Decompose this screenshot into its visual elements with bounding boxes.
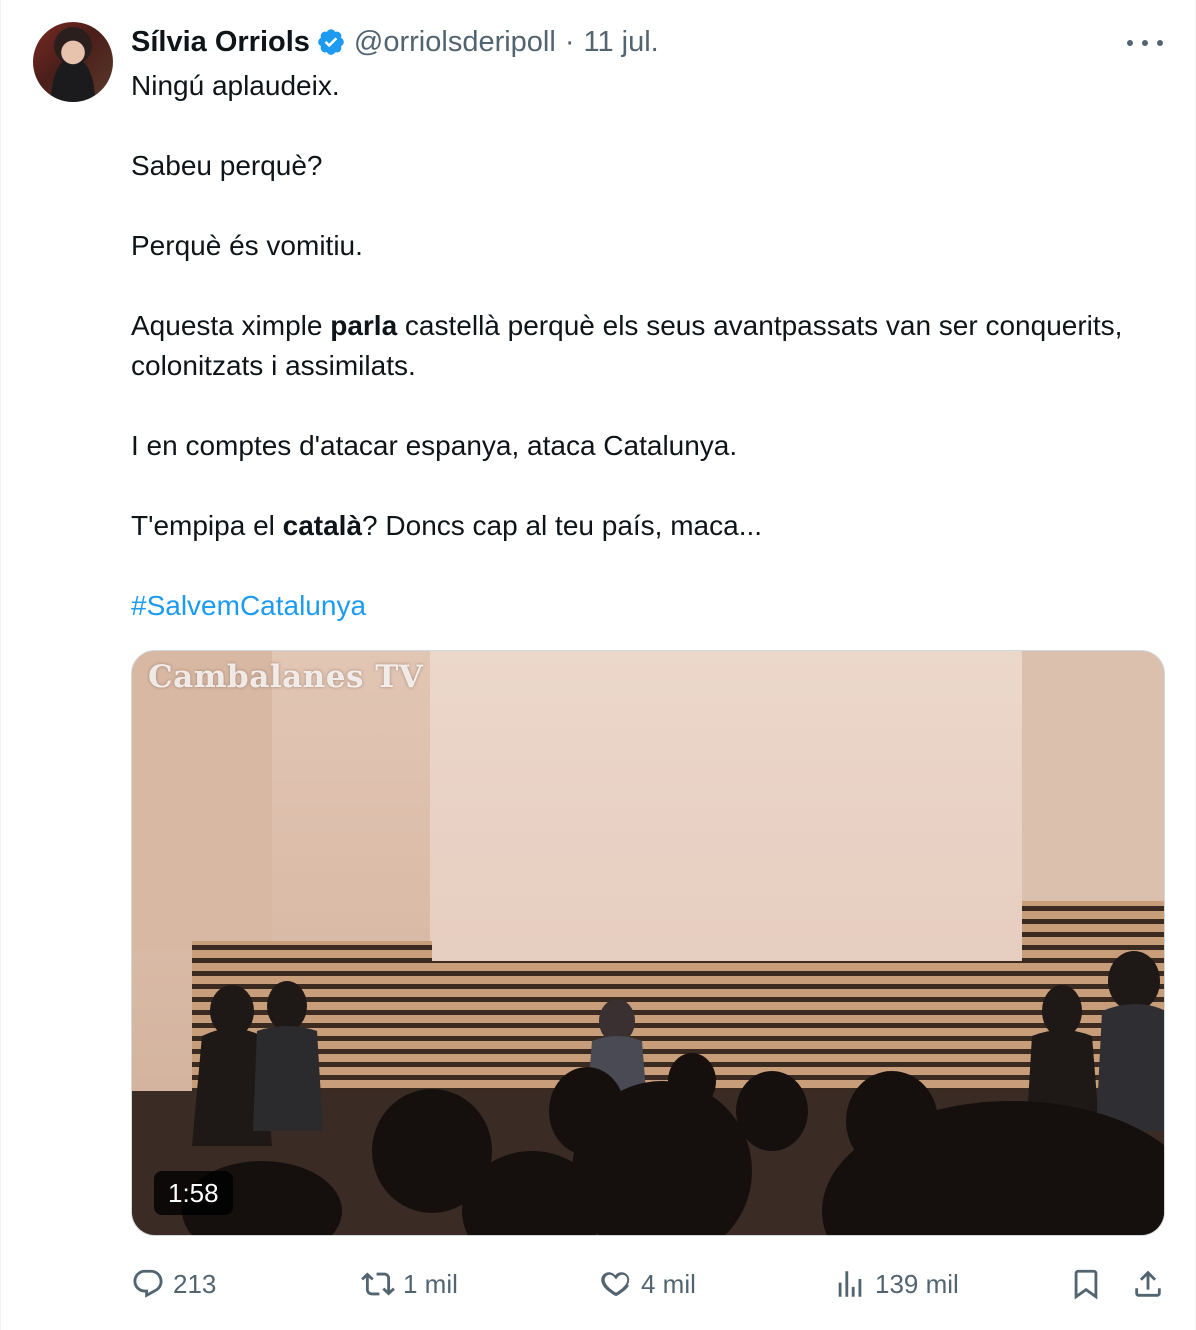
video-duration-badge: 1:58 bbox=[154, 1171, 233, 1215]
bookmark-icon bbox=[1074, 1269, 1098, 1300]
more-icon[interactable] bbox=[1127, 28, 1163, 58]
share-icon bbox=[1135, 1270, 1161, 1297]
like-button[interactable]: 4 mil bbox=[599, 1262, 696, 1306]
video-watermark: Cambalanes TV bbox=[148, 659, 424, 695]
reply-icon bbox=[133, 1269, 163, 1298]
repost-button[interactable]: 1 mil bbox=[361, 1262, 458, 1306]
bookmark-button[interactable] bbox=[1069, 1262, 1103, 1306]
views-count: 139 mil bbox=[875, 1268, 959, 1299]
views-icon bbox=[838, 1271, 862, 1297]
repost-count: 1 mil bbox=[403, 1268, 458, 1299]
bold-word: català bbox=[282, 510, 363, 541]
tweet-paragraph: Perquè és vomitiu. bbox=[131, 230, 363, 261]
text-fragment: Aquesta ximple bbox=[131, 310, 331, 341]
reply-button[interactable]: 213 bbox=[131, 1262, 216, 1306]
tweet-paragraph: Aquesta ximple parla castellà perquè els… bbox=[131, 306, 1151, 386]
video-player[interactable]: Cambalanes TV 1:58 bbox=[131, 650, 1165, 1236]
like-count: 4 mil bbox=[641, 1268, 696, 1299]
tweet-text: Ningú aplaudeix. Sabeu perquè? Perquè és… bbox=[131, 66, 1151, 626]
repost-icon bbox=[361, 1272, 395, 1296]
tweet-paragraph: I en comptes d'atacar espanya, ataca Cat… bbox=[131, 430, 738, 461]
tweet-paragraph: Sabeu perquè? bbox=[131, 150, 323, 181]
bold-word: parla bbox=[330, 310, 398, 341]
tweet-card[interactable]: Sílvia Orriols @orriolsderipoll · 11 jul… bbox=[0, 0, 1196, 1330]
tweet-header: Sílvia Orriols @orriolsderipoll · 11 jul… bbox=[131, 22, 659, 62]
action-bar: 213 1 mil 4 mil 139 mil bbox=[131, 1262, 1165, 1306]
video-frame bbox=[132, 651, 1164, 1235]
share-button[interactable] bbox=[1131, 1262, 1165, 1306]
views-button[interactable]: 139 mil bbox=[833, 1262, 959, 1306]
tweet-paragraph: T'empipa el català? Doncs cap al teu paí… bbox=[131, 506, 1151, 546]
text-fragment: T'empipa el bbox=[131, 510, 283, 541]
avatar[interactable] bbox=[33, 22, 113, 102]
tweet-paragraph: Ningú aplaudeix. bbox=[131, 70, 340, 101]
text-fragment: ? Doncs cap al teu país, maca... bbox=[362, 510, 763, 541]
reply-count: 213 bbox=[173, 1268, 217, 1299]
verified-badge-icon bbox=[318, 29, 344, 55]
hashtag-link[interactable]: #SalvemCatalunya bbox=[131, 586, 1151, 626]
author-name[interactable]: Sílvia Orriols bbox=[131, 26, 310, 59]
tweet-date[interactable]: 11 jul. bbox=[584, 26, 659, 59]
separator-dot: · bbox=[564, 25, 575, 58]
author-handle[interactable]: @orriolsderipoll bbox=[354, 26, 556, 59]
like-icon bbox=[601, 1272, 630, 1297]
